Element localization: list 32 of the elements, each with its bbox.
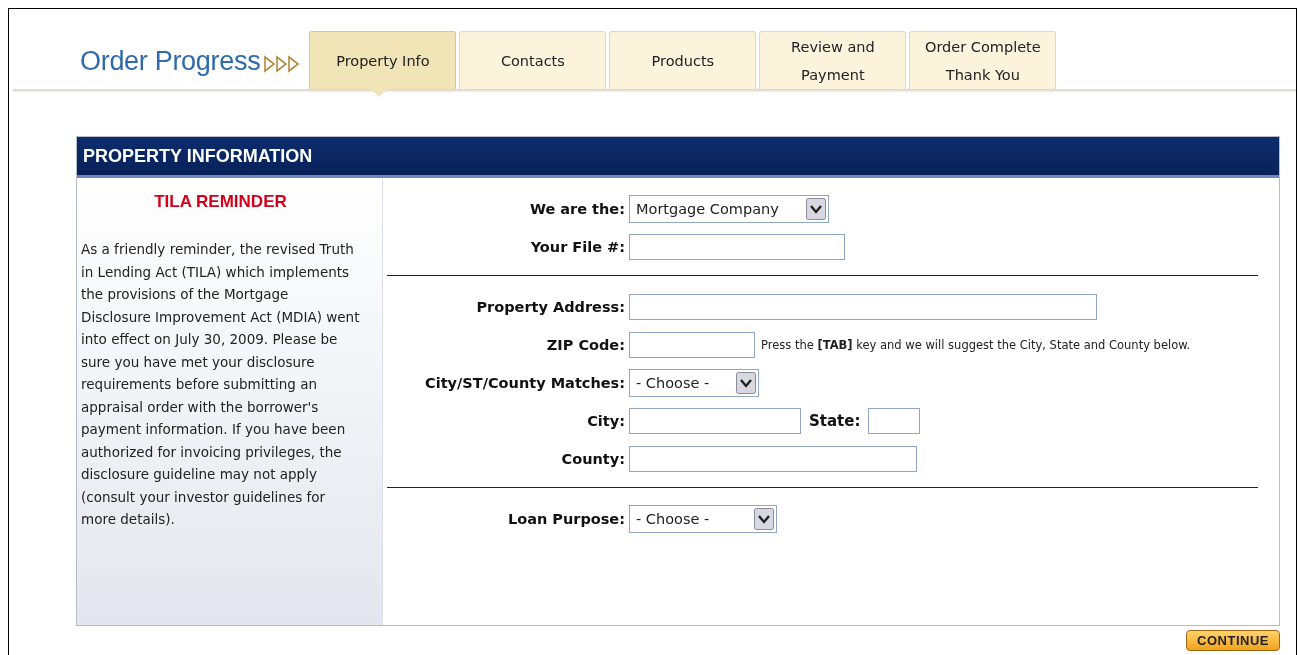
field-label: Your File #: (529, 239, 625, 255)
progress-tab[interactable]: Review and Payment (759, 31, 907, 89)
text-field[interactable] (629, 332, 755, 358)
progress-tab[interactable]: Property Info (309, 31, 457, 89)
caret-icon (754, 508, 774, 530)
dropdown[interactable]: - Choose - (629, 505, 777, 533)
progress-tab[interactable]: Products (609, 31, 757, 89)
text-field[interactable] (868, 408, 921, 434)
progress-tab[interactable]: Order Complete Thank You (909, 31, 1057, 89)
caret-icon (806, 198, 826, 220)
text-field[interactable] (629, 234, 845, 260)
field-label: City: (586, 413, 625, 429)
reminder-title: TILA REMINDER (153, 192, 288, 212)
field-label: Property Address: (475, 299, 625, 315)
panel-title: PROPERTY INFORMATION (83, 145, 313, 167)
field-label: Loan Purpose: (506, 511, 625, 527)
dropdown[interactable]: Mortgage Company (629, 195, 829, 223)
field-label: We are the: (528, 201, 625, 217)
text-field[interactable] (629, 408, 801, 434)
caret-icon (736, 372, 756, 394)
reminder-text: As a friendly reminder, the revised Truth in Lending Act (TILA) which implements the provisions of the Mortgage Disclosure Improvement Act (MDIA) went into effect on July 30, 2009. Please be sure you have met your disclosure requirements before submitting an appraisal order with the borrower's payment information. If you have been authorized for invoicing privileges, the disclosure guideline may not apply (consult your investor guidelines for more details). (81, 240, 360, 529)
hint-text: Press the [TAB] key and we will suggest the City, State and County below. (761, 338, 1191, 352)
order-progress-title: Order Progress (80, 46, 261, 77)
text-field[interactable] (629, 294, 1097, 320)
field-label: City/ST/County Matches: (424, 375, 625, 391)
field-label: ZIP Code: (545, 337, 625, 353)
dropdown[interactable]: - Choose - (629, 369, 759, 397)
field-label: State: (809, 412, 861, 430)
field-label: County: (560, 451, 625, 467)
continue-button[interactable]: CONTINUE (1186, 630, 1280, 651)
progress-tab[interactable]: Contacts (459, 31, 607, 89)
text-field[interactable] (629, 446, 917, 472)
